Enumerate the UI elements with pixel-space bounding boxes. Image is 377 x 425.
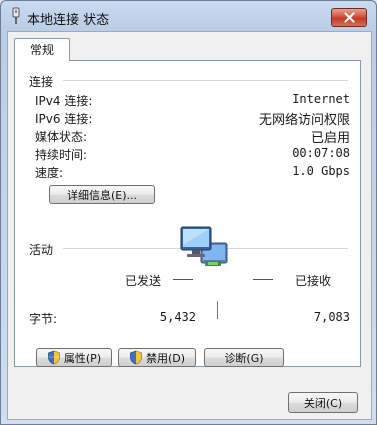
details-button[interactable]: 详细信息(E)... — [49, 185, 155, 204]
disable-button-label: 禁用(D) — [145, 351, 186, 365]
network-activity-icon — [180, 226, 228, 266]
close-button[interactable]: 关闭(C) — [288, 392, 358, 413]
speed-value: 1.0 Gbps — [292, 164, 350, 178]
shield-icon — [47, 350, 60, 365]
close-window-button[interactable] — [331, 8, 367, 27]
sent-line — [173, 279, 193, 280]
activity-separator — [217, 301, 218, 319]
diagnose-button-label: 诊断(G) — [224, 351, 264, 365]
network-connection-icon — [12, 7, 20, 24]
window-title: 本地连接 状态 — [27, 13, 110, 28]
duration-label: 持续时间: — [35, 148, 88, 162]
ipv4-value: Internet — [292, 92, 350, 106]
ipv4-label: IPv4 连接: — [35, 94, 93, 108]
bytes-received-value: 7,083 — [313, 310, 350, 324]
title-bar[interactable]: 本地连接 状态 — [1, 1, 376, 31]
diagnose-button[interactable]: 诊断(G) — [204, 348, 284, 367]
status-window: 本地连接 状态 常规 连接 IPv4 连接: Internet IPv6 连接:… — [0, 0, 377, 425]
ipv6-label: IPv6 连接: — [35, 112, 93, 126]
disable-button[interactable]: 禁用(D) — [118, 348, 196, 367]
media-state-label: 媒体状态: — [35, 130, 88, 144]
properties-button-label: 属性(P) — [63, 351, 102, 365]
connection-divider — [63, 80, 348, 82]
received-label: 已接收 — [295, 274, 332, 288]
received-line — [253, 279, 273, 280]
connection-heading: 连接 — [29, 75, 54, 89]
properties-button[interactable]: 属性(P) — [36, 348, 112, 367]
close-button-label: 关闭(C) — [303, 396, 343, 410]
sent-label: 已发送 — [125, 274, 162, 288]
general-panel: 连接 IPv4 连接: Internet IPv6 连接: 无网络访问权限 媒体… — [14, 60, 361, 367]
bytes-sent-value: 5,432 — [159, 310, 196, 324]
bytes-label: 字节: — [29, 312, 58, 326]
media-state-value: 已启用 — [310, 131, 350, 146]
speed-label: 速度: — [35, 166, 64, 180]
tab-general[interactable]: 常规 — [14, 38, 70, 61]
close-icon — [343, 12, 355, 23]
shield-icon — [130, 350, 142, 365]
duration-value: 00:07:08 — [292, 146, 350, 160]
details-button-label: 详细信息(E)... — [66, 188, 138, 202]
activity-heading: 活动 — [29, 243, 54, 257]
ipv6-value: 无网络访问权限 — [258, 113, 350, 128]
